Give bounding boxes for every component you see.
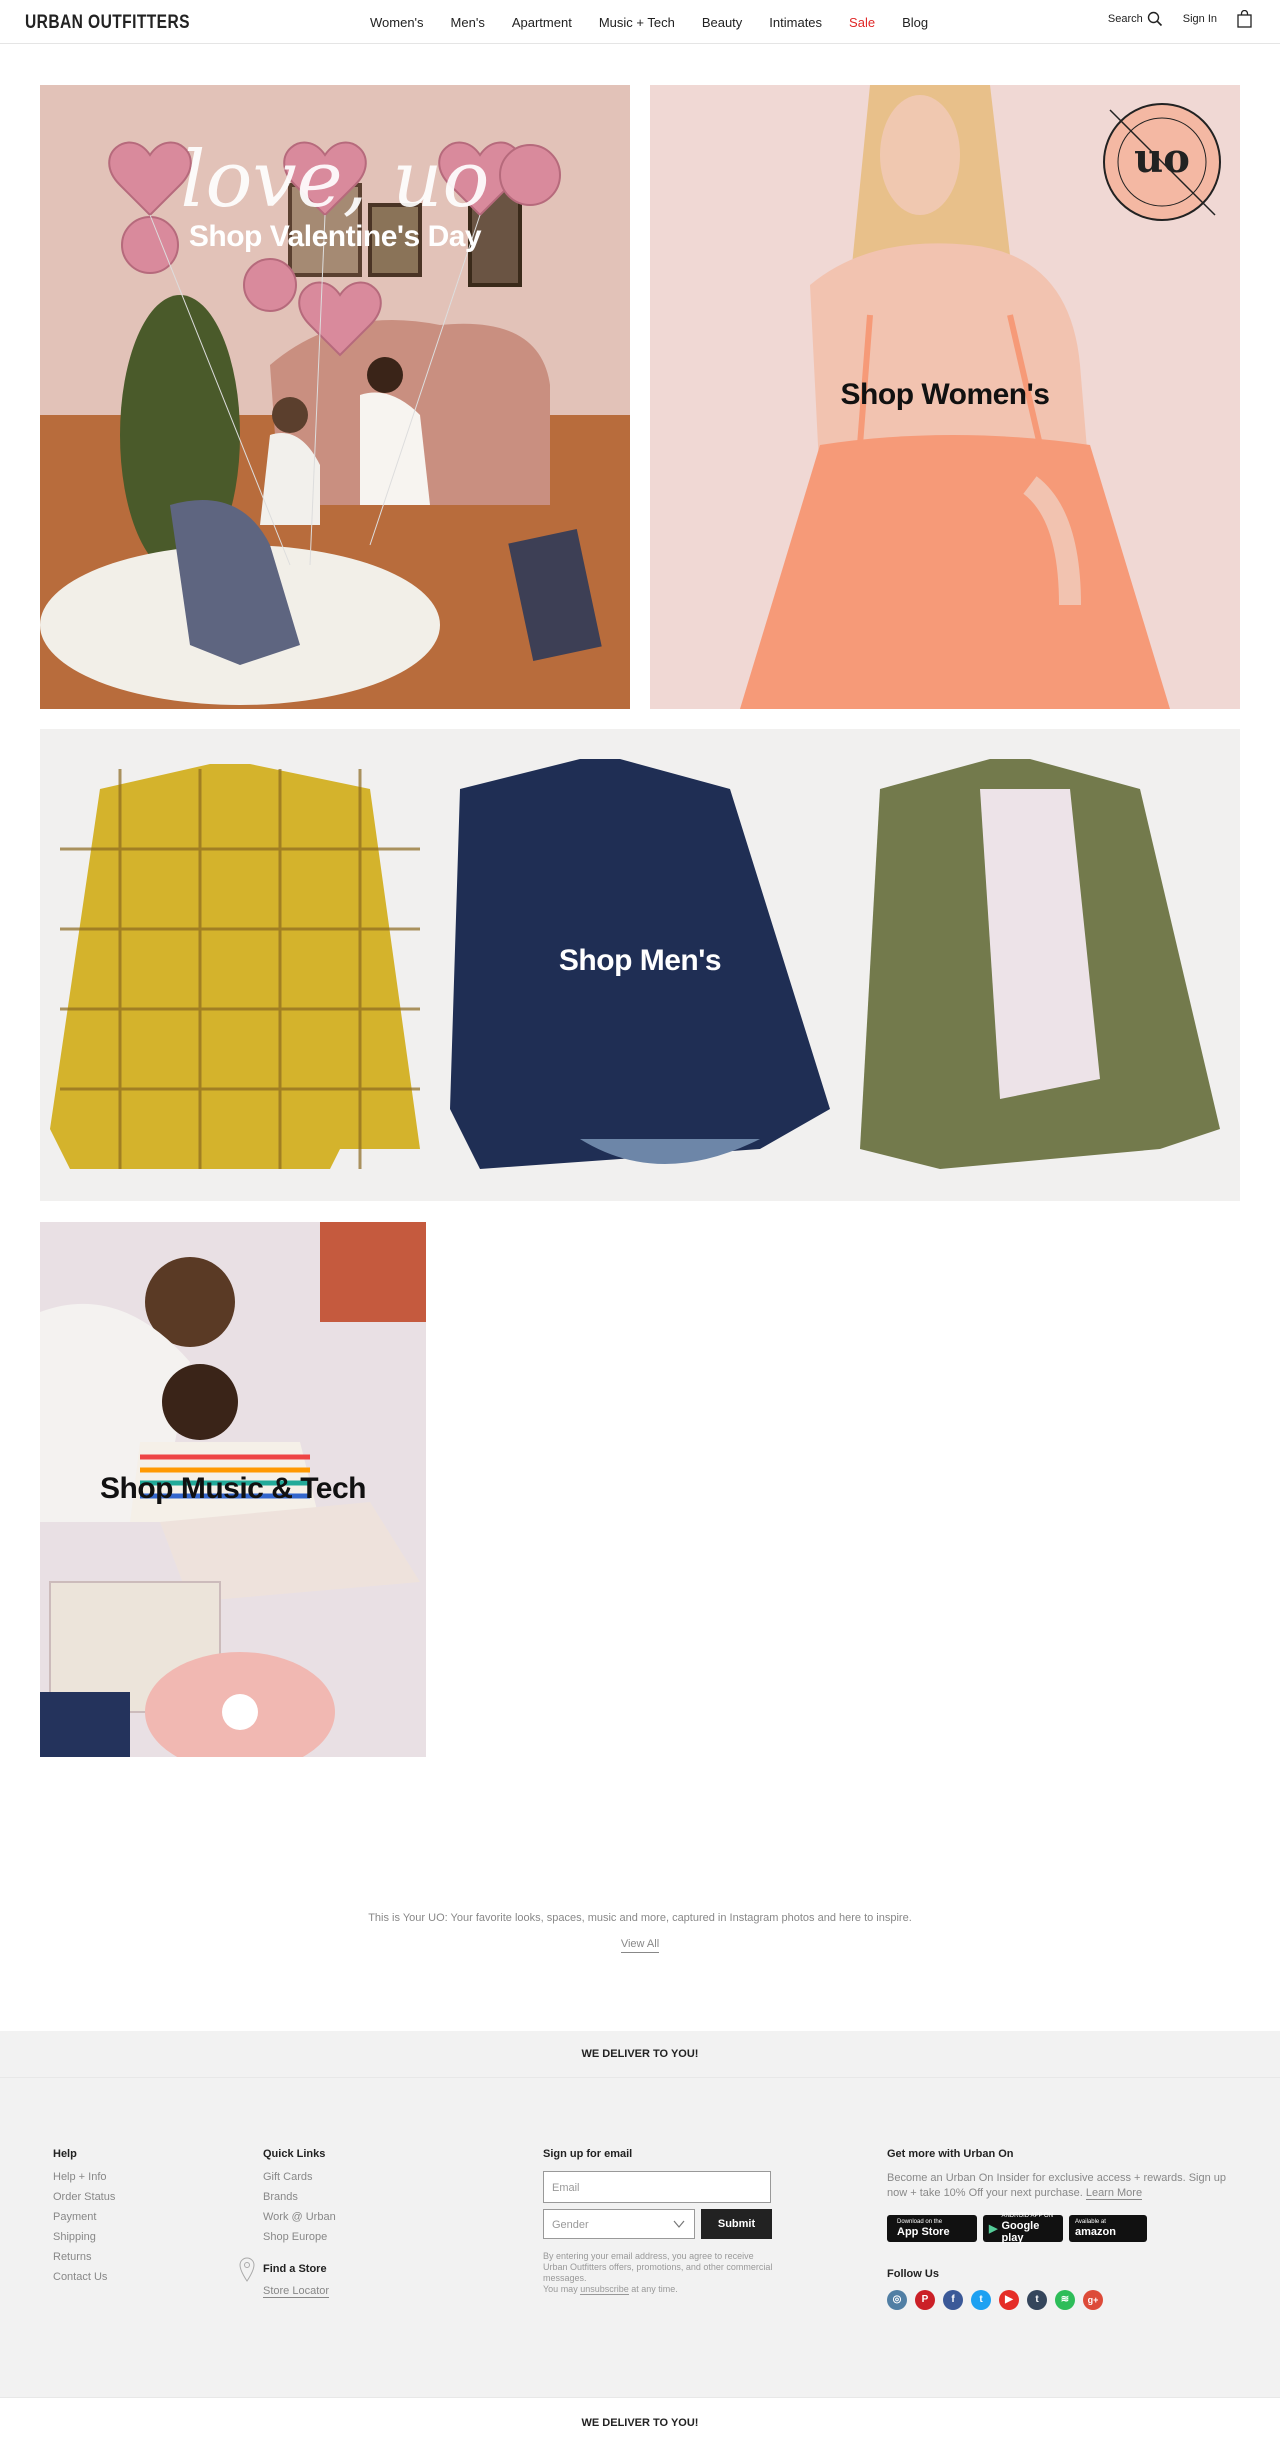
googleplus-icon[interactable]: g+ (1083, 2290, 1103, 2310)
facebook-icon[interactable]: f (943, 2290, 963, 2310)
map-pin-icon (239, 2257, 255, 2282)
header-utilities: Search Sign In (1108, 10, 1252, 28)
google-play-badge[interactable]: ▶ ANDROID APP ON Google play (983, 2213, 1063, 2244)
gender-value: Gender (552, 2219, 589, 2231)
submit-button[interactable]: Submit (701, 2209, 772, 2239)
app-badges: Download on the App Store ▶ ANDROID APP O… (887, 2213, 1227, 2244)
amazon-small: Available at (1075, 2219, 1106, 2225)
tile-label-valentines: Shop Valentine's Day (188, 220, 482, 253)
gender-submit-row: Gender Submit (543, 2209, 773, 2239)
deliver-banner-top[interactable]: WE DELIVER TO YOU! (0, 2031, 1280, 2078)
nav-sale[interactable]: Sale (849, 15, 875, 30)
work-at-urban-link[interactable]: Work @ Urban (263, 2211, 336, 2223)
app-store-badge[interactable]: Download on the App Store (887, 2215, 977, 2242)
social-icons: ◎ P f t ▶ t ≋ g+ (887, 2290, 1227, 2310)
instagram-icon[interactable]: ◎ (887, 2290, 907, 2310)
email-heading: Sign up for email (543, 2148, 633, 2160)
google-play-small: ANDROID APP ON (1001, 2213, 1054, 2219)
sign-in-link[interactable]: Sign In (1183, 13, 1217, 25)
pinterest-icon[interactable]: P (915, 2290, 935, 2310)
view-all-link[interactable]: View All (620, 1938, 660, 1953)
footer-help: Help Help + Info Order Status Payment Sh… (53, 2148, 115, 2291)
legal-line-2: You may (543, 2284, 581, 2294)
store-locator-link[interactable]: Store Locator (263, 2285, 336, 2298)
site-footer: Help Help + Info Order Status Payment Sh… (0, 2078, 1280, 2397)
site-logo[interactable]: URBAN OUTFITTERS (25, 12, 190, 34)
chevron-down-icon (673, 2220, 685, 2228)
tumblr-icon[interactable]: t (1027, 2290, 1047, 2310)
shopping-bag-icon[interactable] (1237, 10, 1252, 28)
tile-label-music-tech: Shop Music & Tech (100, 1472, 366, 1505)
help-info-link[interactable]: Help + Info (53, 2171, 115, 2183)
brands-link[interactable]: Brands (263, 2191, 336, 2203)
tile-valentines[interactable]: love, uo Shop Valentine's Day (40, 85, 630, 709)
urban-on-description: Become an Urban On Insider for exclusive… (887, 2172, 1227, 2199)
main-nav: Women's Men's Apartment Music + Tech Bea… (370, 15, 955, 30)
your-uo-description: This is Your UO: Your favorite looks, sp… (368, 1912, 912, 1924)
spotify-icon[interactable]: ≋ (1055, 2290, 1075, 2310)
unsubscribe-link[interactable]: unsubscribe (580, 2284, 629, 2295)
footer-quick-links: Quick Links Gift Cards Brands Work @ Urb… (239, 2148, 336, 2305)
follow-us-heading: Follow Us (887, 2268, 939, 2280)
store-locator-text: Store Locator (263, 2285, 330, 2298)
tile-label-mens: Shop Men's (558, 944, 722, 977)
app-store-small: Download on the (897, 2219, 943, 2225)
contact-us-link[interactable]: Contact Us (53, 2271, 115, 2283)
nav-apartment[interactable]: Apartment (512, 15, 572, 30)
nav-music-tech[interactable]: Music + Tech (599, 15, 675, 30)
gender-select[interactable]: Gender (543, 2209, 695, 2239)
tile-music-tech[interactable]: Shop Music & Tech (40, 1222, 426, 1757)
quick-links-heading: Quick Links (263, 2148, 326, 2160)
nav-intimates[interactable]: Intimates (769, 15, 822, 30)
view-all-wrapper: View All (0, 1938, 1280, 1953)
help-heading: Help (53, 2148, 77, 2160)
learn-more-link[interactable]: Learn More (1085, 2187, 1143, 2200)
shipping-link[interactable]: Shipping (53, 2231, 115, 2243)
find-store-heading: Find a Store (263, 2263, 327, 2275)
app-store-label: App Store (897, 2226, 950, 2238)
love-uo-script: love, uo (180, 135, 490, 225)
shop-europe-link[interactable]: Shop Europe (263, 2231, 336, 2243)
footer-urban-on: Get more with Urban On Become an Urban O… (887, 2148, 1227, 2310)
google-play-label: Google play (1001, 2220, 1040, 2244)
amazon-badge[interactable]: Available at amazon (1069, 2215, 1147, 2242)
legal-line-3: at any time. (628, 2284, 678, 2294)
footer-email-signup: Sign up for email Email Gender Submit By… (543, 2148, 773, 2295)
payment-link[interactable]: Payment (53, 2211, 115, 2223)
legal-line-1: By entering your email address, you agre… (543, 2251, 773, 2283)
gift-cards-link[interactable]: Gift Cards (263, 2171, 336, 2183)
nav-womens[interactable]: Women's (370, 15, 424, 30)
search-label: Search (1107, 13, 1143, 25)
deliver-banner-bottom[interactable]: WE DELIVER TO YOU! (0, 2397, 1280, 2447)
tile-womens[interactable]: uo Shop Women's (650, 85, 1240, 709)
search-button[interactable]: Search (1108, 11, 1163, 27)
tile-mens[interactable]: Shop Men's (40, 729, 1240, 1201)
returns-link[interactable]: Returns (53, 2251, 115, 2263)
order-status-link[interactable]: Order Status (53, 2191, 115, 2203)
nav-beauty[interactable]: Beauty (702, 15, 742, 30)
twitter-icon[interactable]: t (971, 2290, 991, 2310)
nav-blog[interactable]: Blog (902, 15, 928, 30)
amazon-label: amazon (1075, 2226, 1116, 2238)
email-legal-text: By entering your email address, you agre… (543, 2251, 773, 2295)
play-icon: ▶ (989, 2223, 998, 2235)
youtube-icon[interactable]: ▶ (999, 2290, 1019, 2310)
uo-stamp-logo: uo (1103, 103, 1221, 221)
urban-on-heading: Get more with Urban On (887, 2148, 1014, 2160)
urban-on-text: Become an Urban On Insider for exclusive… (887, 2171, 1227, 2201)
site-header: URBAN OUTFITTERS Women's Men's Apartment… (0, 0, 1280, 44)
nav-mens[interactable]: Men's (451, 15, 485, 30)
find-a-store: Find a Store Store Locator (239, 2257, 336, 2298)
email-field[interactable]: Email (543, 2171, 771, 2203)
tile-label-womens: Shop Women's (840, 378, 1050, 411)
search-icon (1147, 11, 1162, 27)
